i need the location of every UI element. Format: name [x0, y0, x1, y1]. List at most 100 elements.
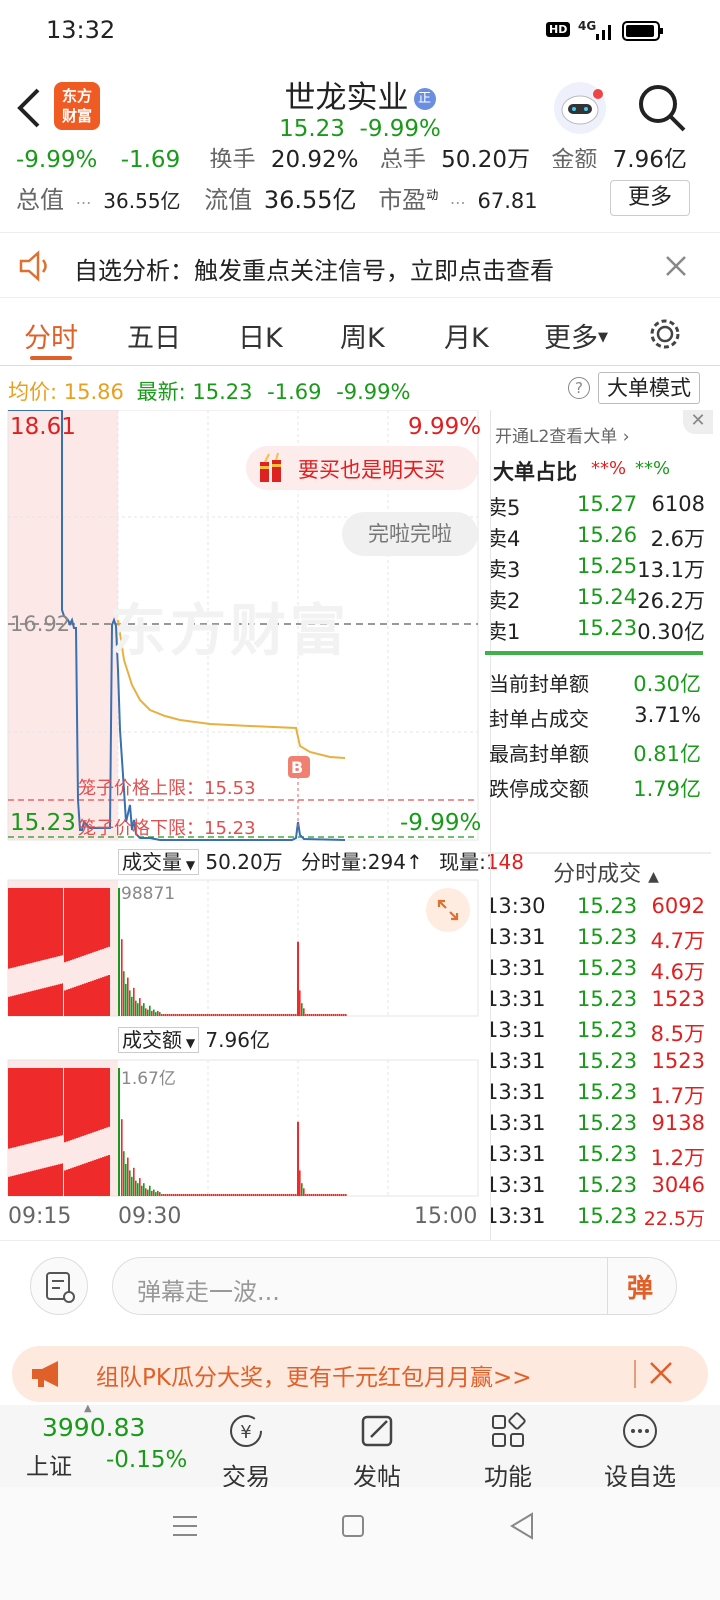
info-icon[interactable]: ⋯: [450, 193, 466, 212]
title-block[interactable]: 世龙实业 正: [0, 72, 720, 117]
volume-header: 成交量 ▼ 50.20万 分时量:294↑ 现量:148: [118, 846, 524, 875]
ticks-title-text: 分时成交: [553, 862, 642, 887]
nav-trade[interactable]: ¥ 交易: [196, 1411, 296, 1492]
ask-price: 15.26: [577, 523, 638, 547]
big-ratio-label: 大单占比: [493, 460, 577, 484]
info-icon[interactable]: ⋯: [76, 193, 92, 212]
tick-row: 13:31 15.23 1.2万: [491, 1142, 720, 1173]
arrow-up-icon: ↑: [405, 850, 423, 874]
ask-volume: 2.6万: [650, 527, 705, 551]
avg-value: 15.86: [63, 380, 124, 404]
tab-monthly-k[interactable]: 月K: [444, 316, 489, 355]
firecracker-icon: [260, 452, 281, 482]
home-square-icon[interactable]: [340, 1513, 366, 1539]
ticks-list: 13:30 15.23 6092 13:31 15.23 4.7万 13:31 15.23…: [491, 894, 720, 1240]
tick-row: 13:31 15.23 9138: [491, 1111, 720, 1142]
clock: 13:32: [46, 16, 116, 44]
amount-selector[interactable]: 成交额 ▼: [118, 1027, 200, 1053]
settings-gear-icon[interactable]: [647, 316, 683, 352]
intraday-chart[interactable]: 东方财富 18.61 9.99% 16.92 15.23 -9.99% 要买也是…: [0, 410, 524, 1240]
tab-daily-k[interactable]: 日K: [238, 316, 283, 355]
l2-link[interactable]: 开通L2查看大单 ›: [495, 422, 630, 447]
promo-bubble[interactable]: 要买也是明天买: [246, 446, 478, 490]
amount-total: 7.96亿: [205, 1028, 270, 1052]
promo-text: 组队PK瓜分大奖，更有千元红包月月赢>>: [96, 1365, 532, 1391]
time-start-label: 09:15: [8, 1204, 72, 1229]
info-pct: -9.99%: [336, 380, 411, 404]
amount-value: 7.96亿: [612, 147, 687, 168]
tick-volume: 22.5万: [643, 1208, 705, 1230]
watermark: 东方财富: [110, 599, 350, 664]
ask-label: 卖3: [491, 558, 521, 582]
current-volume-label: 现量:: [439, 850, 486, 874]
time-end-label: 15:00: [414, 1204, 478, 1229]
volume-label: 总手: [379, 147, 426, 168]
quote-summary: -9.99% -1.69 换手 20.92% 总手 50.20万 金额 7.96…: [0, 147, 720, 226]
nav-functions[interactable]: 功能: [458, 1411, 558, 1492]
big-ratio-green: **%: [635, 458, 671, 479]
pct-low-label: -9.99%: [400, 810, 482, 836]
seal-row: 封单占成交 3.71%: [489, 703, 720, 735]
seal-row: 最高封单额 0.81亿: [489, 738, 720, 770]
tick-row: 13:31 15.23 8.5万: [491, 1018, 720, 1049]
big-order-mode-button[interactable]: 大单模式: [598, 372, 700, 404]
ticks-title[interactable]: 分时成交 ▲: [491, 856, 720, 887]
amount-bars: [8, 1068, 347, 1196]
robot-assistant-icon[interactable]: [552, 80, 608, 136]
tick-volume: 1.7万: [650, 1084, 705, 1108]
amount-label: 成交额: [122, 1028, 182, 1052]
tick-volume: 1523: [651, 1049, 705, 1073]
more-button[interactable]: 更多: [610, 180, 690, 216]
tick-volume: 1523: [651, 987, 705, 1011]
hd-icon: HD: [546, 22, 571, 37]
tick-price: 15.23: [577, 894, 638, 918]
tick-row: 13:31 15.23 1.7万: [491, 1080, 720, 1111]
ask-price: 15.27: [577, 492, 638, 516]
danmaku-bubble[interactable]: 完啦完啦: [342, 512, 478, 556]
tick-time: 13:31: [491, 956, 546, 980]
cage-upper-label: 笼子价格上限：15.53: [78, 778, 256, 799]
back-triangle-icon[interactable]: [508, 1511, 536, 1541]
promo-divider: [634, 1360, 636, 1388]
tick-time: 13:31: [491, 1142, 546, 1166]
danmaku-input[interactable]: 弹幕走一波... 弹: [112, 1257, 677, 1315]
notice-bar[interactable]: 自选分析：触发重点关注信号，立即点击查看: [0, 232, 720, 298]
tick-time: 13:31: [491, 1018, 546, 1042]
danmaku-send-button[interactable]: 弹: [627, 1268, 653, 1305]
orderbook: 开通L2查看大单 › ✕ 大单占比 **% **% 卖5 15.27 6108 卖4…: [491, 410, 720, 650]
close-icon[interactable]: [648, 1360, 674, 1386]
menu-icon[interactable]: [170, 1513, 200, 1539]
nav-post[interactable]: 发帖: [327, 1411, 427, 1492]
help-icon[interactable]: ?: [568, 377, 590, 399]
tab-five-day[interactable]: 五日: [127, 316, 181, 355]
tick-price: 15.23: [577, 1204, 638, 1228]
search-icon[interactable]: [636, 82, 688, 134]
index-ticker[interactable]: ▲ 3990.83 上证 -0.15%: [20, 1403, 187, 1485]
tick-time: 13:31: [491, 987, 546, 1011]
seal-label: 跌停成交额: [489, 777, 589, 801]
volume-selector[interactable]: 成交量 ▼: [118, 849, 200, 875]
tick-volume: 3046: [651, 1173, 705, 1197]
tab-more[interactable]: 更多▼: [544, 316, 608, 355]
tick-volume: 8.5万: [650, 1022, 705, 1046]
close-icon[interactable]: [665, 255, 687, 277]
pe-label: 市盈: [378, 186, 427, 214]
tick-row: 13:31 15.23 22.5万: [491, 1204, 720, 1235]
danmaku-settings-button[interactable]: [30, 1257, 88, 1315]
promo-banner[interactable]: 组队PK瓜分大奖，更有千元红包月月赢>>: [12, 1346, 708, 1402]
expand-button[interactable]: [426, 888, 470, 932]
volume-bars: [8, 888, 347, 1016]
tick-price: 15.23: [577, 956, 638, 980]
dropdown-icon: ▼: [598, 330, 608, 345]
row1-chg: -1.69: [120, 147, 181, 168]
tick-time: 13:31: [491, 1111, 546, 1135]
danmaku-placeholder: 弹幕走一波...: [137, 1278, 280, 1306]
tick-price: 15.23: [577, 1173, 638, 1197]
close-icon[interactable]: ✕: [683, 410, 713, 434]
nav-add-watchlist[interactable]: 设自选: [590, 1411, 690, 1492]
volume-value: 50.20万: [441, 147, 531, 168]
tab-weekly-k[interactable]: 周K: [340, 316, 385, 355]
tab-intraday[interactable]: 分时: [24, 316, 78, 355]
l2-link-text: 开通L2查看大单: [495, 427, 618, 447]
float-value: 36.55亿: [263, 186, 357, 214]
